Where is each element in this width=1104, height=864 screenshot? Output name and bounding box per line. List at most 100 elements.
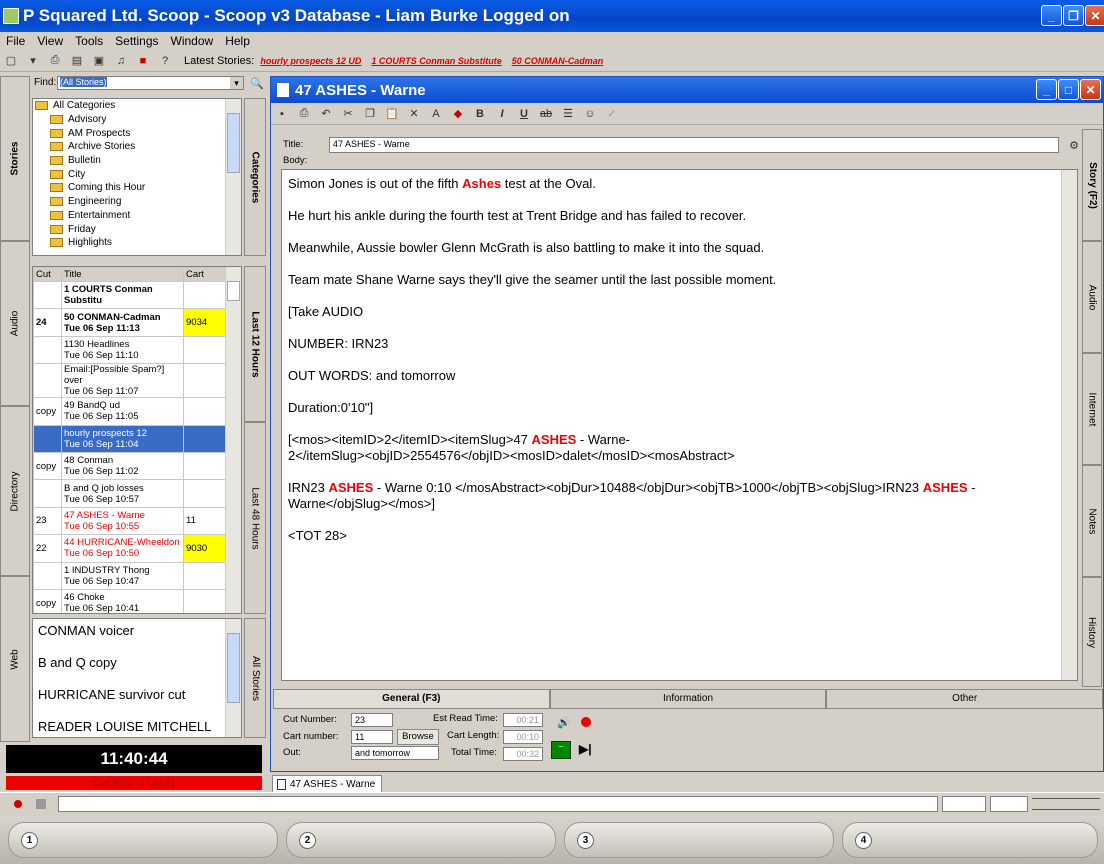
header-cart[interactable]: Cart xyxy=(183,267,227,282)
menu-window[interactable]: Window xyxy=(165,34,220,48)
red-icon[interactable]: ■ xyxy=(135,53,151,69)
categories-tree[interactable]: All Categories Advisory AM Prospects Arc… xyxy=(32,98,242,256)
maximize-button[interactable]: ❐ xyxy=(1063,5,1084,26)
copy-icon[interactable]: ❐ xyxy=(362,106,378,122)
category-item[interactable]: Friday xyxy=(33,222,241,236)
find-select[interactable]: (All Stories) ▾ xyxy=(57,76,244,90)
player-1[interactable]: 1 xyxy=(8,822,278,858)
stories-list[interactable]: Cut Title Cart 1 COURTS Conman Substitu 24… xyxy=(32,266,242,614)
record-icon[interactable] xyxy=(581,717,591,727)
status-link[interactable]: Cart 9034 - 11:40:01 xyxy=(6,776,262,790)
list-item[interactable]: HURRICANE survivor cut xyxy=(38,687,241,703)
list-row[interactable]: hourly prospects 12 Tue 06 Sep 11:04 xyxy=(33,424,227,453)
play-icon[interactable]: ▶| xyxy=(579,742,592,756)
list-row[interactable]: copy 49 BandQ ud Tue 06 Sep 11:05 xyxy=(33,397,227,426)
list-row[interactable]: 1130 Headlines Tue 06 Sep 11:10 xyxy=(33,335,227,365)
cut-number-field[interactable]: 23 xyxy=(351,713,393,727)
menu-file[interactable]: File xyxy=(0,34,31,48)
list-icon[interactable]: ▤ xyxy=(69,53,85,69)
player-4[interactable]: 4 xyxy=(842,822,1098,858)
category-item[interactable]: Bulletin xyxy=(33,154,241,168)
tab-history[interactable]: History xyxy=(1082,577,1102,687)
user-icon[interactable]: ☺ xyxy=(582,106,598,122)
spellcheck-icon[interactable]: ✓ xyxy=(604,106,620,122)
list-row[interactable]: copy 46 Choke Tue 06 Sep 10:41 xyxy=(33,588,227,613)
list-scrollbar[interactable] xyxy=(225,267,241,613)
list-row[interactable]: copy 48 Conman Tue 06 Sep 11:02 xyxy=(33,451,227,481)
menu-view[interactable]: View xyxy=(31,34,69,48)
tab-stories[interactable]: Stories xyxy=(0,76,30,241)
chevron-down-icon[interactable]: ▾ xyxy=(230,77,243,89)
dropdown-icon[interactable]: ▾ xyxy=(25,53,41,69)
player-2[interactable]: 2 xyxy=(286,822,556,858)
search-icon[interactable]: 🔍 xyxy=(249,75,265,91)
font-icon[interactable]: A xyxy=(428,106,444,122)
list-row[interactable]: 1 INDUSTRY Thong Tue 06 Sep 10:47 xyxy=(33,561,227,590)
tab-audio[interactable]: Audio xyxy=(0,241,30,406)
bullets-icon[interactable]: ☰ xyxy=(560,106,576,122)
list-item[interactable]: READER LOUISE MITCHELL xyxy=(38,719,241,735)
underline-icon[interactable]: U xyxy=(516,106,532,122)
cut-icon[interactable]: ✂ xyxy=(340,106,356,122)
body-scrollbar[interactable] xyxy=(1061,170,1077,680)
tab-other[interactable]: Other xyxy=(826,689,1104,709)
list-row[interactable]: Email:[Possible Spam?] over Tue 06 Sep 11… xyxy=(33,363,227,399)
tab-categories[interactable]: Categories xyxy=(244,98,266,256)
tab-last-12-hours[interactable]: Last 12 Hours xyxy=(244,266,266,422)
list-item[interactable]: B and Q copy xyxy=(38,655,241,671)
stop-status-icon[interactable] xyxy=(36,799,46,809)
story-close-button[interactable]: ✕ xyxy=(1080,79,1101,100)
italic-icon[interactable]: I xyxy=(494,106,510,122)
tab-story[interactable]: Story (F2) xyxy=(1082,129,1102,241)
document-tab[interactable]: 47 ASHES - Warne xyxy=(272,775,382,793)
color-icon[interactable]: ◆ xyxy=(450,106,466,122)
print-icon[interactable]: ⎙ xyxy=(47,53,63,69)
list-row[interactable]: 1 COURTS Conman Substitu xyxy=(33,280,227,310)
browse-button[interactable]: Browse xyxy=(397,729,439,745)
latest-story-link[interactable]: hourly prospects 12 UD xyxy=(260,56,361,66)
minimize-button[interactable]: _ xyxy=(1041,5,1062,26)
list-item[interactable]: CONMAN voicer xyxy=(38,623,241,639)
help-icon[interactable]: ? xyxy=(157,53,173,69)
notes-scrollbar[interactable] xyxy=(225,619,241,737)
delete-icon[interactable]: ✕ xyxy=(406,106,422,122)
category-item[interactable]: City xyxy=(33,167,241,181)
list-row[interactable]: 22 44 HURRICANE-Wheeldon Tue 06 Sep 10:50 9… xyxy=(33,534,227,563)
category-item[interactable]: Advisory xyxy=(33,113,241,127)
waveform-icon[interactable]: ~ xyxy=(551,741,571,759)
latest-story-link[interactable]: 1 COURTS Conman Substitute xyxy=(371,56,501,66)
tab-information[interactable]: Information xyxy=(549,689,827,709)
speaker-icon[interactable]: 🔊 xyxy=(554,713,574,731)
menu-tools[interactable]: Tools xyxy=(69,34,109,48)
tab-all-stories[interactable]: All Stories xyxy=(244,618,266,738)
category-item[interactable]: Coming this Hour xyxy=(33,181,241,195)
tab-audio-right[interactable]: Audio xyxy=(1082,241,1102,353)
list-row[interactable]: 23 47 ASHES - Warne Tue 06 Sep 10:55 11 xyxy=(33,506,227,536)
strikethrough-icon[interactable]: ab xyxy=(538,106,554,122)
category-item[interactable]: Entertainment xyxy=(33,209,241,223)
menu-settings[interactable]: Settings xyxy=(109,34,164,48)
undo-icon[interactable]: ↶ xyxy=(318,106,334,122)
cart-number-field[interactable]: 11 xyxy=(351,730,393,744)
close-button[interactable]: ✕ xyxy=(1085,5,1104,26)
record-status-icon[interactable] xyxy=(14,800,22,808)
save-icon[interactable]: ▪ xyxy=(274,106,290,122)
category-item[interactable]: Highlights xyxy=(33,236,241,250)
story-body-editor[interactable]: Simon Jones is out of the fifth Ashes te… xyxy=(281,169,1078,681)
story-minimize-button[interactable]: _ xyxy=(1036,79,1057,100)
audio-icon[interactable]: ♫ xyxy=(113,53,129,69)
bold-icon[interactable]: B xyxy=(472,106,488,122)
title-field[interactable]: 47 ASHES - Warne xyxy=(329,137,1059,153)
print-icon[interactable]: ⎙ xyxy=(296,106,312,122)
category-item[interactable]: All Categories xyxy=(33,99,241,113)
tab-directory[interactable]: Directory xyxy=(0,406,30,576)
lock-icon[interactable]: ⚙ xyxy=(1066,137,1082,153)
list-row[interactable]: 24 50 CONMAN-Cadman Tue 06 Sep 11:13 9034 xyxy=(33,308,227,337)
story-maximize-button[interactable]: □ xyxy=(1058,79,1079,100)
category-item[interactable]: Engineering xyxy=(33,195,241,209)
out-words-field[interactable]: and tomorrow xyxy=(351,746,439,760)
monitor-icon[interactable]: ▣ xyxy=(91,53,107,69)
all-stories-list[interactable]: CONMAN voicer B and Q copy HURRICANE sur… xyxy=(32,618,242,738)
tab-notes[interactable]: Notes xyxy=(1082,465,1102,577)
latest-story-link[interactable]: 50 CONMAN-Cadman xyxy=(512,56,604,66)
